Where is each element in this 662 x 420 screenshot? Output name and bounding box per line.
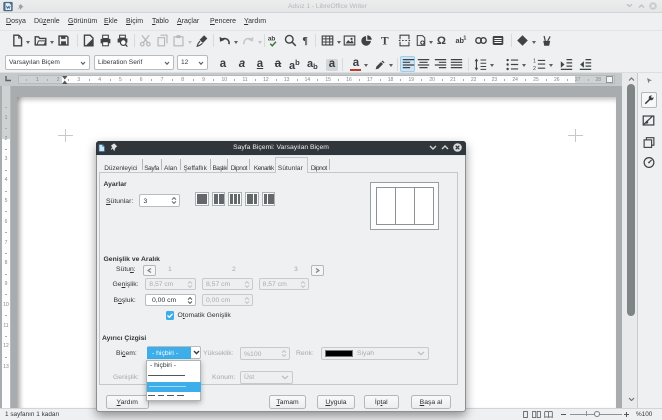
svg-text:Ω: Ω xyxy=(437,35,446,47)
svg-text:T: T xyxy=(381,36,389,47)
svg-text:1: 1 xyxy=(533,58,536,64)
svg-text:1: 1 xyxy=(463,36,466,42)
svg-text:¶: ¶ xyxy=(302,36,308,47)
svg-text:ab: ab xyxy=(268,36,276,43)
svg-text:2: 2 xyxy=(533,66,536,71)
